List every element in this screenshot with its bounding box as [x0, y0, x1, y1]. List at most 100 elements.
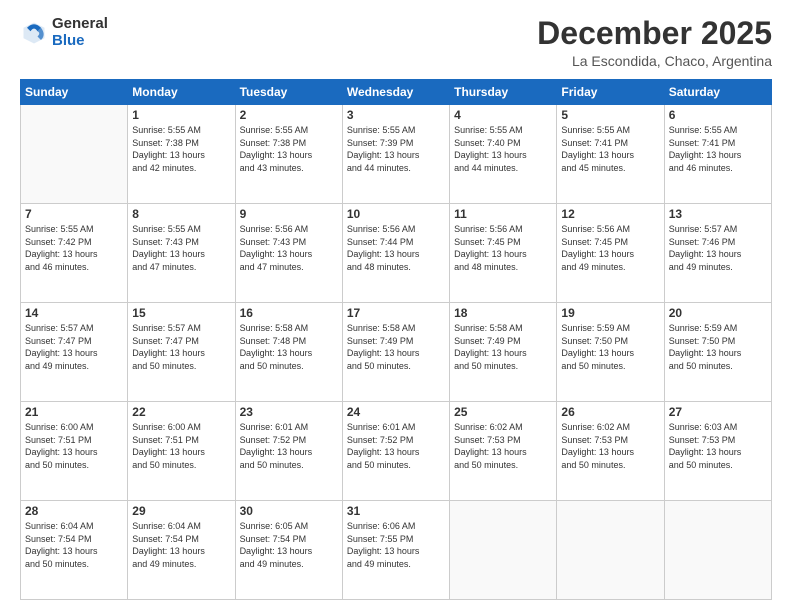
calendar-cell: 12 Sunrise: 5:56 AM Sunset: 7:45 PM Dayli…	[557, 204, 664, 303]
day-info: Sunrise: 5:55 AM Sunset: 7:41 PM Dayligh…	[561, 124, 659, 174]
calendar-cell: 23Sunrise: 6:01 AM Sunset: 7:52 PM Dayli…	[235, 402, 342, 501]
day-info: Sunrise: 6:04 AM Sunset: 7:54 PM Dayligh…	[25, 520, 123, 570]
calendar-cell: 28 Sunrise: 6:04 AM Sunset: 7:54 PM Dayli…	[21, 501, 128, 600]
day-number: 27	[669, 405, 767, 419]
header-row: Sunday Monday Tuesday Wednesday Thursday…	[21, 80, 772, 105]
day-info: Sunrise: 5:55 AM Sunset: 7:38 PM Dayligh…	[132, 124, 230, 174]
day-number: 11	[454, 207, 552, 221]
calendar-cell: 15Sunrise: 5:57 AM Sunset: 7:47 PM Dayli…	[128, 303, 235, 402]
day-info: Sunrise: 5:57 AM Sunset: 7:47 PM Dayligh…	[25, 322, 123, 372]
week-row-3: 14Sunrise: 5:57 AM Sunset: 7:47 PM Dayli…	[21, 303, 772, 402]
day-info: Sunrise: 5:56 AM Sunset: 7:45 PM Dayligh…	[454, 223, 552, 273]
day-info: Sunrise: 5:58 AM Sunset: 7:49 PM Dayligh…	[347, 322, 445, 372]
day-number: 21	[25, 405, 123, 419]
calendar-cell	[21, 105, 128, 204]
day-number: 22	[132, 405, 230, 419]
day-number: 15	[132, 306, 230, 320]
logo-general: General	[52, 16, 108, 33]
calendar-cell: 2Sunrise: 5:55 AM Sunset: 7:38 PM Daylig…	[235, 105, 342, 204]
calendar-cell: 31Sunrise: 6:06 AM Sunset: 7:55 PM Dayli…	[342, 501, 449, 600]
day-number: 24	[347, 405, 445, 419]
week-row-4: 21 Sunrise: 6:00 AM Sunset: 7:51 PM Dayli…	[21, 402, 772, 501]
calendar-cell: 29 Sunrise: 6:04 AM Sunset: 7:54 PM Dayli…	[128, 501, 235, 600]
day-info: Sunrise: 5:55 AM Sunset: 7:41 PM Dayligh…	[669, 124, 767, 174]
calendar-cell	[664, 501, 771, 600]
day-info: Sunrise: 6:02 AM Sunset: 7:53 PM Dayligh…	[454, 421, 552, 471]
col-thursday: Thursday	[450, 80, 557, 105]
calendar-cell: 24Sunrise: 6:01 AM Sunset: 7:52 PM Dayli…	[342, 402, 449, 501]
col-tuesday: Tuesday	[235, 80, 342, 105]
day-info: Sunrise: 6:00 AM Sunset: 7:51 PM Dayligh…	[25, 421, 123, 471]
page: General Blue December 2025 La Escondida,…	[0, 0, 792, 612]
day-number: 18	[454, 306, 552, 320]
calendar-cell: 25Sunrise: 6:02 AM Sunset: 7:53 PM Dayli…	[450, 402, 557, 501]
day-info: Sunrise: 6:00 AM Sunset: 7:51 PM Dayligh…	[132, 421, 230, 471]
calendar-cell: 16Sunrise: 5:58 AM Sunset: 7:48 PM Dayli…	[235, 303, 342, 402]
logo-text: General Blue	[52, 16, 108, 49]
day-number: 13	[669, 207, 767, 221]
day-info: Sunrise: 5:55 AM Sunset: 7:40 PM Dayligh…	[454, 124, 552, 174]
calendar-cell: 27 Sunrise: 6:03 AM Sunset: 7:53 PM Dayli…	[664, 402, 771, 501]
day-number: 1	[132, 108, 230, 122]
col-sunday: Sunday	[21, 80, 128, 105]
calendar-cell	[557, 501, 664, 600]
day-number: 31	[347, 504, 445, 518]
calendar-cell: 18 Sunrise: 5:58 AM Sunset: 7:49 PM Dayli…	[450, 303, 557, 402]
day-info: Sunrise: 5:55 AM Sunset: 7:39 PM Dayligh…	[347, 124, 445, 174]
logo: General Blue	[20, 16, 108, 49]
day-info: Sunrise: 5:59 AM Sunset: 7:50 PM Dayligh…	[669, 322, 767, 372]
day-number: 3	[347, 108, 445, 122]
day-number: 19	[561, 306, 659, 320]
calendar-cell: 3 Sunrise: 5:55 AM Sunset: 7:39 PM Daylig…	[342, 105, 449, 204]
col-wednesday: Wednesday	[342, 80, 449, 105]
calendar-cell: 17Sunrise: 5:58 AM Sunset: 7:49 PM Dayli…	[342, 303, 449, 402]
day-number: 23	[240, 405, 338, 419]
day-number: 6	[669, 108, 767, 122]
day-number: 29	[132, 504, 230, 518]
day-number: 8	[132, 207, 230, 221]
calendar-cell: 11 Sunrise: 5:56 AM Sunset: 7:45 PM Dayli…	[450, 204, 557, 303]
day-info: Sunrise: 6:02 AM Sunset: 7:53 PM Dayligh…	[561, 421, 659, 471]
calendar-cell: 6 Sunrise: 5:55 AM Sunset: 7:41 PM Daylig…	[664, 105, 771, 204]
day-info: Sunrise: 6:03 AM Sunset: 7:53 PM Dayligh…	[669, 421, 767, 471]
day-info: Sunrise: 5:58 AM Sunset: 7:49 PM Dayligh…	[454, 322, 552, 372]
day-number: 4	[454, 108, 552, 122]
logo-blue: Blue	[52, 33, 108, 50]
calendar-table: Sunday Monday Tuesday Wednesday Thursday…	[20, 79, 772, 600]
day-number: 5	[561, 108, 659, 122]
week-row-1: 1 Sunrise: 5:55 AM Sunset: 7:38 PM Daylig…	[21, 105, 772, 204]
calendar-cell: 5 Sunrise: 5:55 AM Sunset: 7:41 PM Daylig…	[557, 105, 664, 204]
day-info: Sunrise: 5:57 AM Sunset: 7:46 PM Dayligh…	[669, 223, 767, 273]
calendar-cell: 8Sunrise: 5:55 AM Sunset: 7:43 PM Daylig…	[128, 204, 235, 303]
calendar-cell: 4 Sunrise: 5:55 AM Sunset: 7:40 PM Daylig…	[450, 105, 557, 204]
calendar-cell: 19Sunrise: 5:59 AM Sunset: 7:50 PM Dayli…	[557, 303, 664, 402]
col-monday: Monday	[128, 80, 235, 105]
day-number: 28	[25, 504, 123, 518]
calendar-cell: 14Sunrise: 5:57 AM Sunset: 7:47 PM Dayli…	[21, 303, 128, 402]
day-number: 30	[240, 504, 338, 518]
logo-icon	[20, 19, 48, 47]
day-info: Sunrise: 6:04 AM Sunset: 7:54 PM Dayligh…	[132, 520, 230, 570]
day-number: 20	[669, 306, 767, 320]
title-block: December 2025 La Escondida, Chaco, Argen…	[537, 16, 772, 69]
calendar-cell: 1 Sunrise: 5:55 AM Sunset: 7:38 PM Daylig…	[128, 105, 235, 204]
main-title: December 2025	[537, 16, 772, 51]
day-number: 12	[561, 207, 659, 221]
day-number: 9	[240, 207, 338, 221]
week-row-2: 7Sunrise: 5:55 AM Sunset: 7:42 PM Daylig…	[21, 204, 772, 303]
calendar-cell: 26Sunrise: 6:02 AM Sunset: 7:53 PM Dayli…	[557, 402, 664, 501]
calendar-cell: 20 Sunrise: 5:59 AM Sunset: 7:50 PM Dayli…	[664, 303, 771, 402]
subtitle: La Escondida, Chaco, Argentina	[537, 53, 772, 69]
day-info: Sunrise: 5:56 AM Sunset: 7:43 PM Dayligh…	[240, 223, 338, 273]
calendar-cell: 30 Sunrise: 6:05 AM Sunset: 7:54 PM Dayli…	[235, 501, 342, 600]
day-info: Sunrise: 5:56 AM Sunset: 7:44 PM Dayligh…	[347, 223, 445, 273]
day-number: 2	[240, 108, 338, 122]
col-saturday: Saturday	[664, 80, 771, 105]
day-info: Sunrise: 5:58 AM Sunset: 7:48 PM Dayligh…	[240, 322, 338, 372]
calendar-cell: 9 Sunrise: 5:56 AM Sunset: 7:43 PM Daylig…	[235, 204, 342, 303]
day-info: Sunrise: 6:05 AM Sunset: 7:54 PM Dayligh…	[240, 520, 338, 570]
day-info: Sunrise: 5:56 AM Sunset: 7:45 PM Dayligh…	[561, 223, 659, 273]
day-number: 10	[347, 207, 445, 221]
calendar-cell: 22 Sunrise: 6:00 AM Sunset: 7:51 PM Dayli…	[128, 402, 235, 501]
header: General Blue December 2025 La Escondida,…	[20, 16, 772, 69]
